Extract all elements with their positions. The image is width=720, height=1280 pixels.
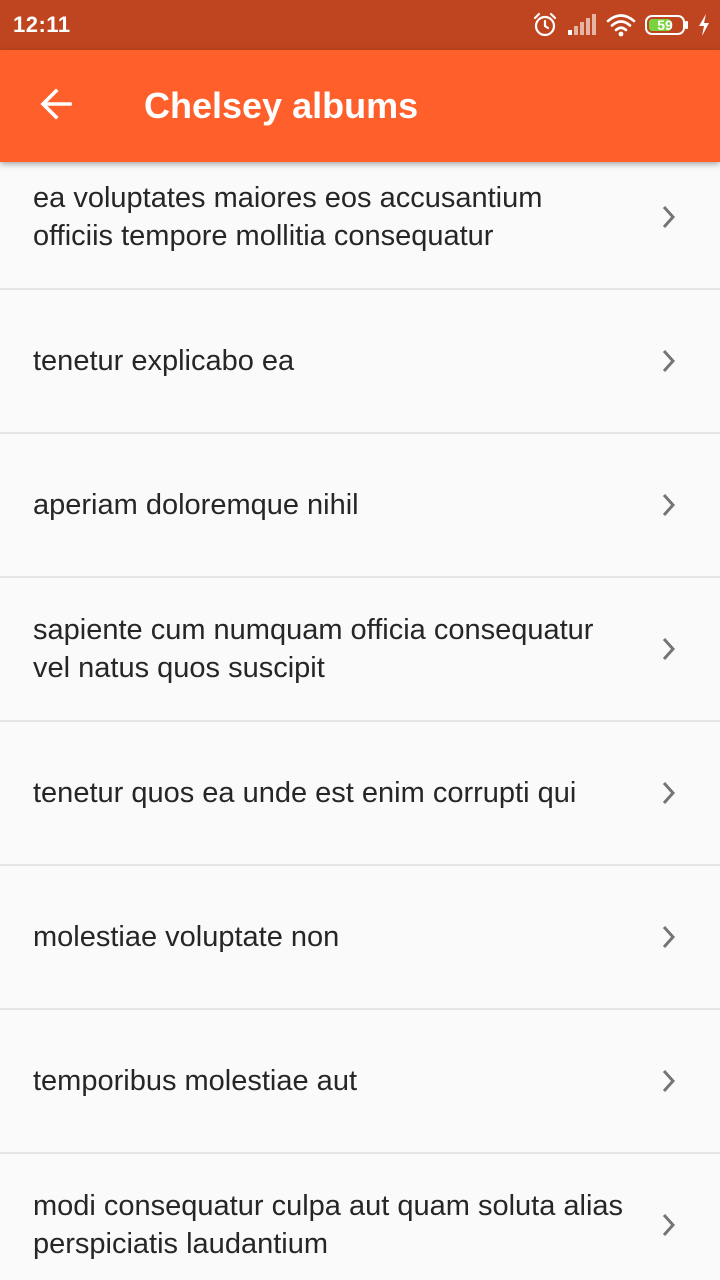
chevron-right-icon (656, 493, 680, 517)
album-title: ea voluptates maiores eos accusantium of… (33, 182, 543, 252)
album-title: modi consequatur culpa aut quam soluta a… (33, 1190, 624, 1260)
alarm-icon (532, 12, 558, 38)
arrow-back-icon (38, 86, 74, 127)
chevron-right-icon (656, 205, 680, 229)
chevron-right-icon (656, 925, 680, 949)
chevron-right-icon (656, 781, 680, 805)
list-item[interactable]: tenetur quos ea unde est enim corrupti q… (0, 722, 720, 866)
list-item[interactable]: aperiam doloremque nihil (0, 434, 720, 578)
list-item[interactable]: tenetur explicabo ea (0, 290, 720, 434)
list-item[interactable]: molestiae voluptate non (0, 866, 720, 1010)
album-title: aperiam doloremque nihil (33, 489, 359, 521)
chevron-right-icon (656, 349, 680, 373)
album-title: molestiae voluptate non (33, 921, 340, 953)
battery-level: 59 (657, 17, 673, 33)
battery-icon: 59 (645, 15, 689, 35)
app-bar: Chelsey albums (0, 50, 720, 162)
wifi-icon (606, 13, 636, 37)
album-title: tenetur quos ea unde est enim corrupti q… (33, 777, 577, 809)
back-button[interactable] (28, 78, 84, 134)
status-icons: 59 (532, 12, 710, 38)
list-item[interactable]: sapiente cum numquam officia consequatur… (0, 578, 720, 722)
album-list: ea voluptates maiores eos accusantium of… (0, 146, 720, 1280)
chevron-right-icon (656, 637, 680, 661)
list-item[interactable]: modi consequatur culpa aut quam soluta a… (0, 1154, 720, 1280)
album-title: sapiente cum numquam officia consequatur… (33, 614, 594, 684)
list-item[interactable]: ea voluptates maiores eos accusantium of… (0, 146, 720, 290)
chevron-right-icon (656, 1213, 680, 1237)
chevron-right-icon (656, 1069, 680, 1093)
list-item[interactable]: temporibus molestiae aut (0, 1010, 720, 1154)
page-title: Chelsey albums (144, 85, 419, 126)
charging-icon (698, 14, 710, 36)
album-title: tenetur explicabo ea (33, 345, 295, 377)
status-time: 12:11 (13, 12, 71, 37)
status-bar: 12:11 59 (0, 0, 720, 50)
album-title: temporibus molestiae aut (33, 1065, 357, 1097)
signal-icon (567, 14, 597, 36)
